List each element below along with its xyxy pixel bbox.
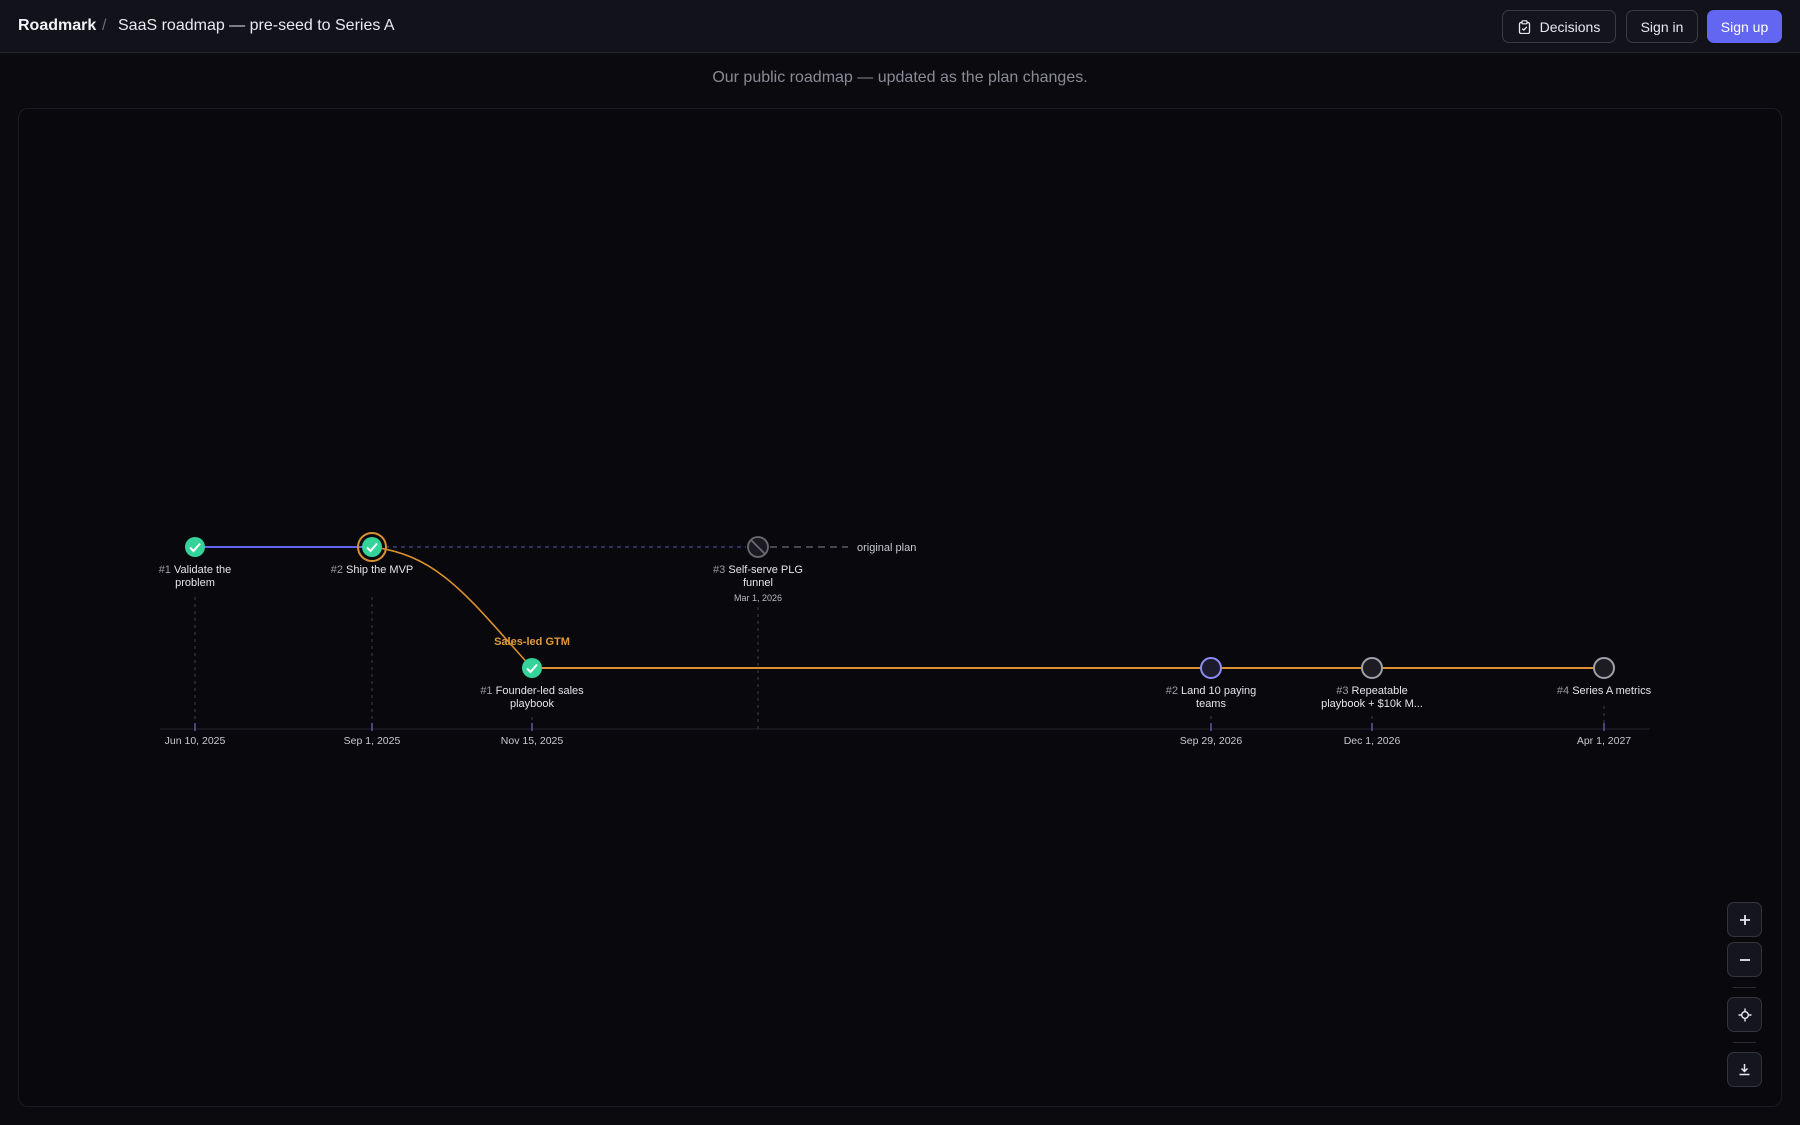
milestone-self-serve-plg[interactable] (747, 536, 769, 558)
milestone-label: Ship the MVP (346, 564, 413, 576)
milestone-number: #3 (1336, 685, 1348, 697)
download-button[interactable] (1727, 1052, 1762, 1087)
minus-icon (1739, 958, 1750, 961)
milestone-label: Self-serve PLG (728, 564, 803, 576)
milestone-number: #1 (480, 685, 492, 697)
branch-name-label: Sales-led GTM (494, 636, 570, 648)
axis-date-label: Apr 1, 2027 (1577, 735, 1631, 747)
milestone-label-line2: problem (175, 577, 215, 589)
milestone-number: #3 (713, 564, 725, 576)
milestone-label: Repeatable (1352, 685, 1408, 697)
milestone-label-line2: playbook + $10k M... (1321, 698, 1423, 710)
milestone-date: Mar 1, 2026 (734, 593, 782, 603)
milestone-label: Land 10 paying (1181, 685, 1256, 697)
recenter-button[interactable] (1727, 997, 1762, 1032)
original-plan-note: original plan (857, 542, 916, 554)
svg-text:#3 Repeatable: #3 Repeatable (1336, 685, 1408, 697)
zoom-out-button[interactable] (1727, 942, 1762, 977)
milestone-validate-problem[interactable] (185, 537, 205, 557)
milestone-number: #4 (1557, 685, 1569, 697)
roadmap-graph: Sales-led GTM #1 Validate the problem #2… (159, 532, 1652, 747)
axis-date-label: Sep 1, 2025 (344, 735, 401, 747)
svg-text:#1 Founder-led sales: #1 Founder-led sales (480, 685, 584, 697)
axis-date-label: Dec 1, 2026 (1344, 735, 1401, 747)
zoom-in-button[interactable] (1727, 902, 1762, 937)
crosshair-icon (1738, 1008, 1751, 1021)
axis-date-label: Sep 29, 2026 (1180, 735, 1243, 747)
milestone-label-line2: playbook (510, 698, 555, 710)
milestone-label-line2: funnel (743, 577, 773, 589)
download-icon (1739, 1064, 1750, 1076)
milestone-label-line2: teams (1196, 698, 1226, 710)
milestone-label: Validate the (174, 564, 231, 576)
milestone-series-a-metrics[interactable] (1593, 657, 1615, 679)
milestone-number: #1 (159, 564, 171, 576)
axis-ticks (194, 723, 1605, 731)
milestone-ship-mvp[interactable] (357, 532, 387, 562)
controls-divider (1733, 987, 1756, 988)
milestone-number: #2 (331, 564, 343, 576)
milestone-founder-led-sales[interactable] (522, 658, 542, 678)
svg-text:#2 Ship the MVP: #2 Ship the MVP (331, 564, 414, 576)
plus-icon (1739, 914, 1750, 925)
svg-text:#3 Self-serve PLG: #3 Self-serve PLG (713, 564, 803, 576)
axis-date-label: Nov 15, 2025 (501, 735, 564, 747)
svg-text:#1 Validate the: #1 Validate the (159, 564, 232, 576)
milestone-label: Founder-led sales (496, 685, 585, 697)
milestone-number: #2 (1166, 685, 1178, 697)
milestone-repeatable-playbook[interactable] (1361, 657, 1383, 679)
milestone-land-10-teams[interactable] (1200, 657, 1222, 679)
svg-text:#2 Land 10 paying: #2 Land 10 paying (1166, 685, 1257, 697)
svg-text:#4 Series A metrics: #4 Series A metrics (1557, 685, 1652, 697)
milestone-label: Series A metrics (1572, 685, 1651, 697)
axis-date-label: Jun 10, 2025 (165, 735, 226, 747)
controls-divider (1733, 1042, 1756, 1043)
